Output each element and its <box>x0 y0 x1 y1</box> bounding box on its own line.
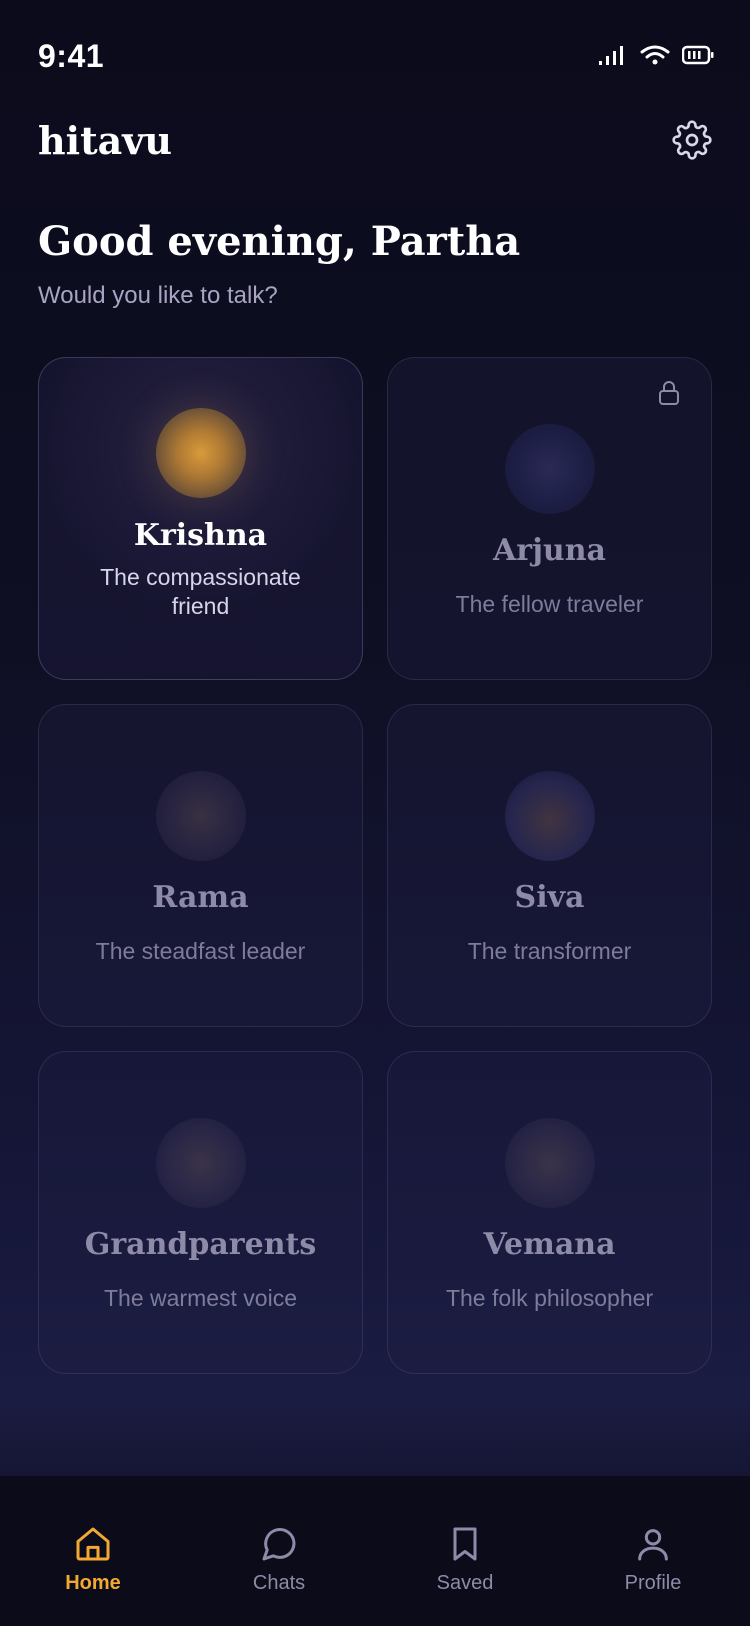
gear-icon <box>672 120 712 160</box>
person-icon <box>638 1529 668 1561</box>
companion-description: The transformer <box>467 938 632 964</box>
lock-icon <box>659 381 679 405</box>
companion-name: Rama <box>152 880 249 915</box>
companion-description: The fellow traveler <box>455 591 644 617</box>
companion-orb <box>155 408 246 498</box>
tab-label: Chats <box>252 1572 306 1594</box>
greeting-title: Good evening, Partha <box>38 218 521 265</box>
companion-name: Vemana <box>483 1227 616 1262</box>
companion-description: The steadfast leader <box>95 938 306 964</box>
companion-card-siva[interactable]: Siva The transformer <box>387 704 712 1027</box>
companion-description: The compassionate friend <box>100 564 301 619</box>
companion-name: Siva <box>514 880 585 915</box>
greeting-subtitle: Would you like to talk? <box>38 282 278 309</box>
tab-label: Profile <box>624 1572 682 1594</box>
companion-name: Arjuna <box>493 533 606 568</box>
companion-description: The folk philosopher <box>445 1285 654 1311</box>
battery-icon <box>682 45 714 65</box>
companion-name: Grandparents <box>84 1227 317 1262</box>
companion-card-krishna[interactable]: Krishna The compassionate friend <box>38 357 363 680</box>
companion-orb <box>504 771 595 861</box>
companion-name: Krishna <box>133 518 268 553</box>
companion-card-grandparents[interactable]: Grandparents The warmest voice <box>38 1051 363 1374</box>
header: hitavu <box>38 118 712 178</box>
tab-label: Home <box>65 1572 121 1594</box>
companion-card-rama[interactable]: Rama The steadfast leader <box>38 704 363 1027</box>
bookmark-icon <box>453 1527 477 1561</box>
signal-icon <box>599 46 623 65</box>
bottom-tab-bar: Home Chats Saved Profile <box>0 1476 750 1626</box>
tab-saved[interactable]: Saved <box>405 1524 525 1595</box>
tab-chats[interactable]: Chats <box>219 1524 339 1595</box>
app-logo: hitavu <box>38 118 172 163</box>
companion-card-vemana[interactable]: Vemana The folk philosopher <box>387 1051 712 1374</box>
companion-description: The warmest voice <box>103 1285 297 1311</box>
settings-button[interactable] <box>672 120 712 160</box>
chat-icon <box>262 1528 296 1561</box>
status-icons <box>598 44 714 66</box>
wifi-icon <box>640 45 670 65</box>
companion-card-arjuna[interactable]: Arjuna The fellow traveler <box>387 357 712 680</box>
tab-label: Saved <box>436 1572 494 1594</box>
status-bar: 9:41 <box>0 0 750 110</box>
status-time: 9:41 <box>38 38 105 74</box>
companion-grid: Krishna The compassionate friend Arjuna … <box>38 357 712 1374</box>
home-icon <box>76 1527 110 1561</box>
companion-orb <box>504 424 595 514</box>
companion-orb <box>504 1118 595 1208</box>
tab-home[interactable]: Home <box>33 1524 153 1595</box>
tab-profile[interactable]: Profile <box>593 1524 713 1595</box>
companion-orb <box>155 771 246 861</box>
companion-orb <box>155 1118 246 1208</box>
